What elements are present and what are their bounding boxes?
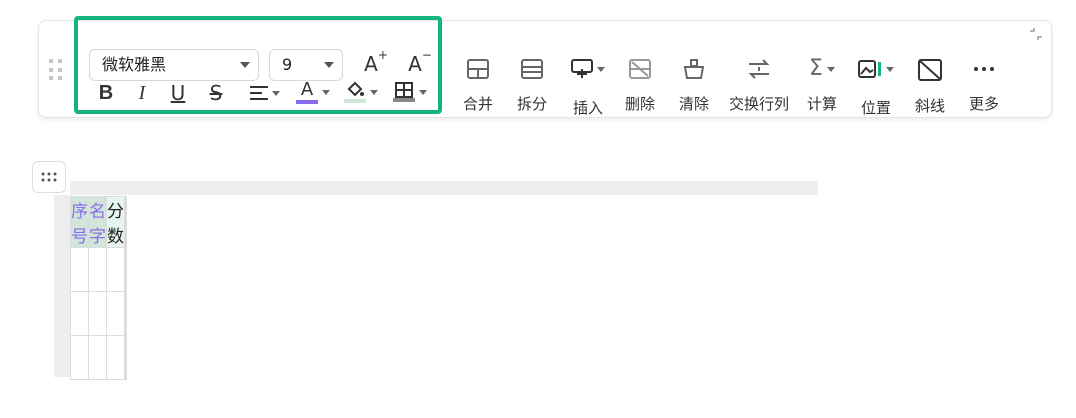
diagonal-line-icon [918,59,942,81]
merge-cells-button[interactable]: 合并 [451,59,505,114]
table-cell[interactable] [106,291,125,336]
table-row [70,247,127,292]
table-cell[interactable] [125,196,127,248]
split-cells-icon [521,59,543,79]
insert-button[interactable]: 插入 [561,59,615,118]
toolbar-highlight-box [74,16,442,114]
chevron-down-icon [597,66,605,72]
split-cells-label: 拆分 [516,95,547,113]
table-cell[interactable] [125,291,127,336]
split-cells-button[interactable]: 拆分 [505,59,559,114]
table-cell[interactable] [88,291,107,336]
merge-cells-icon [467,59,489,79]
column-selector-bar[interactable] [70,181,818,195]
table-cell[interactable] [106,247,125,292]
table-cell[interactable]: 序号 [70,196,89,248]
table-cell[interactable]: 名字 [88,196,107,248]
cell-text: 序号 [71,202,88,247]
delete-label: 删除 [624,95,655,113]
block-drag-handle[interactable] [32,161,66,193]
table-header-row: 序号 名字 分数 [70,196,127,248]
collapse-icon[interactable] [1029,27,1043,41]
table-cell[interactable] [125,335,127,380]
table-cell[interactable] [88,335,107,380]
insert-label: 插入 [572,99,603,117]
more-label: 更多 [968,95,999,113]
table-cell[interactable] [70,247,89,292]
clear-button[interactable]: 清除 [667,59,721,114]
sum-icon: Σ [809,56,823,81]
calculate-label: 计算 [806,95,837,113]
position-button[interactable]: 位置 [849,59,903,118]
table-row [70,291,127,336]
swap-rows-cols-button[interactable]: 交换行列 [727,59,791,114]
delete-button[interactable]: 删除 [613,59,667,114]
cell-text: 分数 [107,202,124,247]
table-cell[interactable]: 分数 [106,196,125,248]
diagonal-line-button[interactable]: 斜线 [903,59,957,116]
merge-cells-label: 合并 [462,95,493,113]
grip-dots-icon [41,172,57,182]
clear-icon [683,59,705,79]
more-button[interactable]: 更多 [957,59,1011,114]
table-cell[interactable] [70,335,89,380]
calculate-button[interactable]: Σ 计算 [795,56,849,114]
clear-label: 清除 [678,95,709,113]
data-table: 序号 名字 分数 [70,196,127,380]
delete-icon [629,59,651,79]
cell-text: 名字 [89,202,106,247]
image-position-icon [858,60,881,78]
position-label: 位置 [860,99,891,117]
table-cell[interactable] [106,335,125,380]
table-cell[interactable] [88,247,107,292]
swap-rows-cols-icon [748,59,770,79]
swap-rows-cols-label: 交换行列 [728,95,789,113]
toolbar-drag-handle[interactable] [49,59,63,81]
row-selector-bar[interactable] [54,195,70,377]
table-row [70,335,127,380]
table-cell[interactable] [70,291,89,336]
table-cell[interactable] [125,247,127,292]
chevron-down-icon [886,66,894,72]
chevron-down-icon [826,66,835,72]
diagonal-line-label: 斜线 [914,97,945,115]
more-icon [974,67,994,71]
insert-icon [571,59,593,78]
